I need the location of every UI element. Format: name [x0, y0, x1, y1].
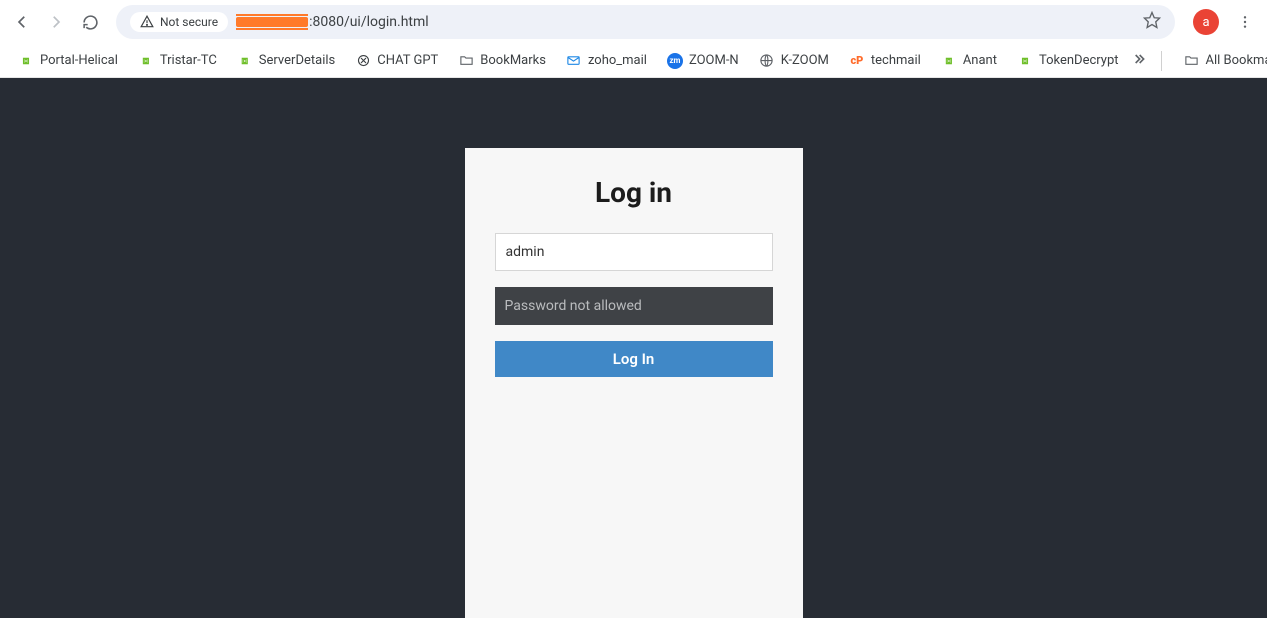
bookmark-tokendecrypt[interactable]: ⧈ TokenDecrypt [1009, 49, 1127, 73]
bookmark-zoom-n[interactable]: zm ZOOM-N [659, 49, 747, 73]
bookmark-chatgpt[interactable]: CHAT GPT [347, 49, 446, 73]
kebab-icon [1237, 14, 1253, 30]
folder-icon [458, 53, 474, 69]
back-button[interactable] [8, 8, 36, 36]
reload-icon [82, 14, 99, 31]
security-label: Not secure [160, 15, 218, 29]
url-text: :8080/ui/login.html [236, 14, 429, 30]
bookmark-label: ZOOM-N [689, 53, 739, 68]
cpanel-icon: cP [849, 53, 865, 69]
mail-icon [566, 53, 582, 69]
helical-icon: ⧈ [138, 53, 154, 69]
chevrons-right-icon [1131, 51, 1147, 67]
forward-button[interactable] [42, 8, 70, 36]
helical-icon: ⧈ [18, 53, 34, 69]
page-content: Log in Password not allowed Log In [0, 78, 1267, 618]
reload-button[interactable] [76, 8, 104, 36]
bookmarks-overflow-button[interactable] [1131, 51, 1147, 71]
bookmark-portal-helical[interactable]: ⧈ Portal-Helical [10, 49, 126, 73]
helical-icon: ⧈ [1017, 53, 1033, 69]
login-button[interactable]: Log In [495, 341, 773, 377]
login-title: Log in [495, 176, 773, 209]
profile-initial: a [1202, 15, 1209, 30]
bookmark-label: BookMarks [480, 53, 546, 68]
chatgpt-icon [355, 53, 371, 69]
bookmark-label: TokenDecrypt [1039, 53, 1119, 68]
password-disabled-message: Password not allowed [495, 287, 773, 325]
bookmarks-bar: ⧈ Portal-Helical ⧈ Tristar-TC ⧈ ServerDe… [0, 44, 1267, 78]
star-icon [1143, 11, 1161, 29]
bookmark-techmail[interactable]: cP techmail [841, 49, 929, 73]
bookmark-zoho-mail[interactable]: zoho_mail [558, 49, 655, 73]
bookmark-bookmarks-folder[interactable]: BookMarks [450, 49, 554, 73]
bookmark-label: Anant [963, 53, 997, 68]
redacted-host [236, 17, 308, 27]
helical-icon: ⧈ [237, 53, 253, 69]
bookmark-label: ServerDetails [259, 53, 335, 68]
bookmark-label: CHAT GPT [377, 53, 438, 68]
bookmarks-overflow-area: All Bookmarks [1131, 49, 1267, 73]
all-bookmarks-label: All Bookmarks [1206, 53, 1267, 68]
globe-icon [759, 53, 775, 69]
bookmark-label: techmail [871, 53, 921, 68]
bookmark-label: K-ZOOM [781, 53, 829, 68]
bookmark-star-button[interactable] [1143, 11, 1161, 33]
zoom-icon: zm [667, 53, 683, 69]
warning-icon [140, 15, 154, 29]
bookmark-label: Portal-Helical [40, 53, 118, 68]
url-suffix: :8080/ui/login.html [309, 14, 429, 30]
all-bookmarks-button[interactable]: All Bookmarks [1176, 49, 1267, 73]
bookmark-label: Tristar-TC [160, 53, 217, 68]
browser-toolbar: Not secure :8080/ui/login.html a [0, 0, 1267, 44]
folder-icon [1184, 53, 1200, 69]
bookmark-anant[interactable]: ⧈ Anant [933, 49, 1005, 73]
login-card: Log in Password not allowed Log In [465, 148, 803, 618]
arrow-left-icon [13, 13, 31, 31]
separator [1161, 51, 1162, 71]
bookmark-serverdetails[interactable]: ⧈ ServerDetails [229, 49, 343, 73]
bookmark-label: zoho_mail [588, 53, 647, 68]
bookmark-tristar-tc[interactable]: ⧈ Tristar-TC [130, 49, 225, 73]
browser-menu-button[interactable] [1231, 14, 1259, 30]
profile-avatar[interactable]: a [1193, 9, 1219, 35]
bookmark-k-zoom[interactable]: K-ZOOM [751, 49, 837, 73]
arrow-right-icon [47, 13, 65, 31]
address-bar[interactable]: Not secure :8080/ui/login.html [116, 5, 1175, 39]
username-input[interactable] [495, 233, 773, 271]
security-chip[interactable]: Not secure [130, 12, 228, 32]
helical-icon: ⧈ [941, 53, 957, 69]
